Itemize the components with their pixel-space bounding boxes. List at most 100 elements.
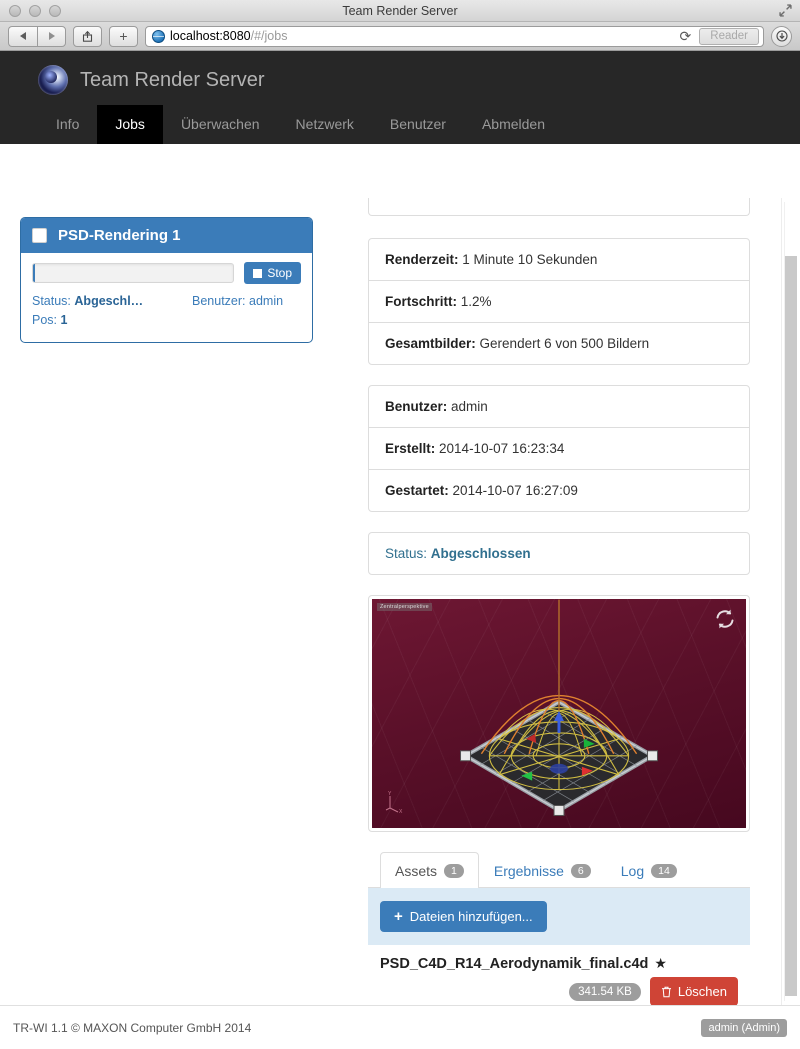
download-icon	[775, 30, 788, 42]
render-preview[interactable]: Zentralperspektive Y X	[368, 595, 750, 832]
add-files-button[interactable]: + Dateien hinzufügen...	[380, 901, 547, 932]
asset-name-row: PSD_C4D_R14_Aerodynamik_final.c4d ★	[380, 955, 738, 973]
render-preview-viewport: Zentralperspektive Y X	[372, 599, 746, 828]
nav-item-info[interactable]: Info	[38, 105, 97, 144]
svg-text:X: X	[399, 809, 403, 814]
add-files-label: Dateien hinzufügen...	[409, 909, 533, 924]
scrollbar-thumb[interactable]	[785, 256, 797, 996]
plus-icon: +	[394, 908, 403, 925]
nav-item-ueberwachen[interactable]: Überwachen	[163, 105, 278, 144]
job-status: Status: Abgeschl…	[32, 292, 192, 311]
row-status-label: Status:	[385, 546, 428, 561]
tab-log[interactable]: Log 14	[606, 852, 692, 888]
delete-asset-button[interactable]: Löschen	[649, 977, 738, 1006]
browser-toolbar: + localhost:8080/#/jobs ⟳ Reader	[0, 22, 800, 51]
browser-window: Team Render Server + localhost:8080/#/jo…	[0, 0, 800, 1049]
current-user-badge[interactable]: admin (Admin)	[701, 1018, 787, 1037]
page-viewport: Team Render Server Info Jobs Überwachen …	[0, 51, 800, 1049]
job-progress-bar	[32, 263, 235, 283]
row-gestartet-value: 2014-10-07 16:27:09	[452, 483, 578, 498]
svg-text:Y: Y	[388, 791, 392, 797]
reader-button[interactable]: Reader	[699, 27, 759, 45]
job-pos: Pos: 1	[32, 311, 67, 330]
tab-assets[interactable]: Assets 1	[380, 852, 479, 888]
address-bar-actions: ⟳ Reader	[676, 27, 759, 45]
tab-ergebnisse[interactable]: Ergebnisse 6	[479, 852, 606, 888]
job-meta-line-1: Status: Abgeschl… Benutzer: admin	[32, 292, 301, 311]
url-path: /#/jobs	[250, 29, 288, 43]
tab-assets-label: Assets	[395, 863, 438, 879]
job-card-header: PSD-Rendering 1	[21, 218, 312, 253]
row-benutzer: Benutzer: admin	[369, 386, 749, 427]
share-icon	[82, 30, 93, 42]
row-gesamtbilder: Gesamtbilder: Gerendert 6 von 500 Bilder…	[369, 322, 749, 364]
job-progress-fill	[33, 264, 36, 282]
asset-list-item: PSD_C4D_R14_Aerodynamik_final.c4d ★ 341.5…	[368, 945, 750, 1006]
new-tab-button[interactable]: +	[109, 25, 138, 47]
viewport-scene	[460, 599, 658, 816]
content-area: PSD-Rendering 1 Stop Status: Abgeschl… B…	[0, 198, 800, 1006]
job-card-body: Stop Status: Abgeschl… Benutzer: admin P…	[21, 253, 312, 342]
panel-status: Status: Abgeschlossen	[368, 532, 750, 575]
nav-item-benutzer[interactable]: Benutzer	[372, 105, 464, 144]
download-button[interactable]	[771, 25, 792, 47]
job-title: PSD-Rendering 1	[58, 227, 181, 244]
tab-log-label: Log	[620, 863, 645, 879]
panel-render-info: Renderzeit: 1 Minute 10 Sekunden Fortsch…	[368, 238, 750, 365]
job-user-label: Benutzer:	[192, 294, 246, 308]
stop-button[interactable]: Stop	[244, 262, 301, 284]
stop-square-icon	[253, 268, 263, 278]
row-fortschritt-value: 1.2%	[460, 294, 492, 309]
nav-item-netzwerk[interactable]: Netzwerk	[278, 105, 372, 144]
nav-buttons	[8, 25, 66, 47]
brand: Team Render Server	[0, 65, 800, 105]
tab-ergebnisse-count: 6	[570, 864, 591, 878]
checkbox-icon[interactable]	[32, 228, 47, 243]
asset-actions: 341.54 KB Löschen	[380, 977, 738, 1006]
main-navigation: Info Jobs Überwachen Netzwerk Benutzer A…	[0, 105, 800, 144]
tab-ergebnisse-label: Ergebnisse	[493, 863, 564, 879]
trash-icon	[661, 986, 671, 997]
window-titlebar: Team Render Server	[0, 0, 800, 22]
file-drop-zone[interactable]: + Dateien hinzufügen...	[368, 888, 750, 945]
brand-title: Team Render Server	[80, 68, 265, 91]
job-pos-label: Pos:	[32, 313, 58, 328]
cinema4d-logo-icon	[38, 65, 68, 95]
row-fortschritt-label: Fortschritt:	[385, 294, 457, 309]
job-progress-row: Stop	[32, 262, 301, 284]
back-arrow-icon	[20, 32, 26, 40]
share-button[interactable]	[73, 25, 102, 47]
tab-log-count: 14	[651, 864, 677, 878]
job-meta-line-2: Pos: 1	[32, 311, 301, 330]
job-card[interactable]: PSD-Rendering 1 Stop Status: Abgeschl… B…	[20, 217, 313, 343]
row-renderzeit-label: Renderzeit:	[385, 252, 459, 267]
stop-button-label: Stop	[267, 266, 292, 280]
address-bar[interactable]: localhost:8080/#/jobs ⟳ Reader	[145, 25, 764, 47]
nav-item-jobs[interactable]: Jobs	[97, 105, 163, 144]
job-status-value: Abgeschl…	[74, 294, 144, 308]
refresh-icon[interactable]	[713, 607, 737, 631]
panel-job-meta: Benutzer: admin Erstellt: 2014-10-07 16:…	[368, 385, 750, 512]
tab-assets-count: 1	[444, 864, 464, 878]
row-erstellt-value: 2014-10-07 16:23:34	[439, 441, 565, 456]
footer-copyright: TR-WI 1.1 © MAXON Computer GmbH 2014	[13, 1020, 252, 1035]
back-button[interactable]	[8, 25, 37, 47]
row-gesamtbilder-value: Gerendert 6 von 500 Bildern	[479, 336, 650, 351]
delete-asset-label: Löschen	[677, 984, 727, 999]
star-icon[interactable]: ★	[654, 955, 667, 971]
asset-size-badge: 341.54 KB	[569, 982, 641, 1001]
reload-icon[interactable]: ⟳	[676, 28, 696, 45]
row-renderzeit: Renderzeit: 1 Minute 10 Sekunden	[369, 239, 749, 280]
forward-button[interactable]	[37, 25, 66, 47]
nav-item-abmelden[interactable]: Abmelden	[464, 105, 563, 144]
row-gestartet-label: Gestartet:	[385, 483, 449, 498]
row-benutzer-value: admin	[451, 399, 488, 414]
row-fortschritt: Fortschritt: 1.2%	[369, 280, 749, 322]
job-meta: Status: Abgeschl… Benutzer: admin Pos: 1	[32, 292, 301, 331]
fullscreen-icon[interactable]	[779, 4, 792, 17]
forward-arrow-icon	[48, 32, 55, 40]
url-host: localhost:8080	[170, 29, 251, 43]
content-scrollbar[interactable]	[784, 202, 797, 1001]
page-footer: TR-WI 1.1 © MAXON Computer GmbH 2014 adm…	[0, 1005, 800, 1049]
panel-cutoff-top	[368, 198, 750, 216]
